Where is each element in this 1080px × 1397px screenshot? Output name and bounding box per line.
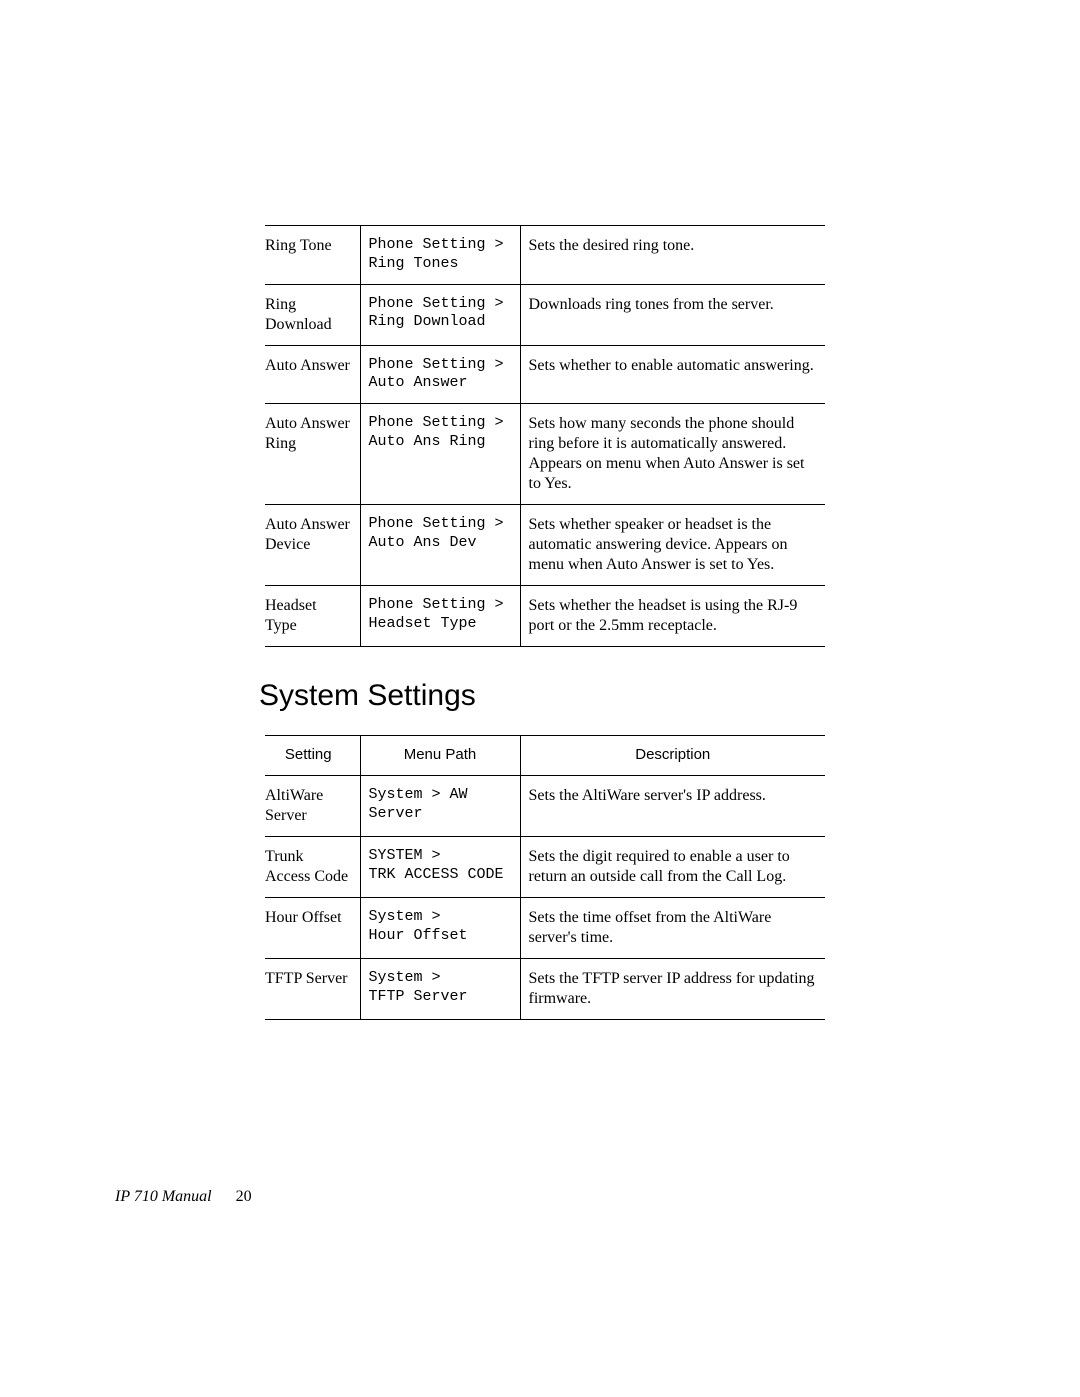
header-setting: Setting	[265, 736, 360, 776]
page-content: Ring Tone Phone Setting > Ring Tones Set…	[265, 225, 825, 1020]
table-row: TFTP Server System > TFTP Server Sets th…	[265, 958, 825, 1019]
setting-cell: Headset Type	[265, 586, 360, 647]
table-row: Hour Offset System > Hour Offset Sets th…	[265, 897, 825, 958]
header-desc: Description	[520, 736, 825, 776]
setting-cell: Auto Answer Ring	[265, 404, 360, 505]
table-header-row: Setting Menu Path Description	[265, 736, 825, 776]
desc-cell: Sets the time offset from the AltiWare s…	[520, 897, 825, 958]
desc-cell: Sets whether the headset is using the RJ…	[520, 586, 825, 647]
path-cell: System > TFTP Server	[360, 958, 520, 1019]
page-footer: IP 710 Manual 20	[115, 1188, 252, 1206]
desc-cell: Sets whether to enable automatic answeri…	[520, 345, 825, 404]
table-row: Ring Download Phone Setting > Ring Downl…	[265, 284, 825, 345]
path-cell: Phone Setting > Ring Download	[360, 284, 520, 345]
path-cell: System > AW Server	[360, 775, 520, 836]
setting-cell: Trunk Access Code	[265, 836, 360, 897]
path-cell: Phone Setting > Auto Ans Ring	[360, 404, 520, 505]
setting-cell: Auto Answer	[265, 345, 360, 404]
table-row: Auto Answer Phone Setting > Auto Answer …	[265, 345, 825, 404]
page-number: 20	[236, 1188, 252, 1205]
desc-cell: Sets how many seconds the phone should r…	[520, 404, 825, 505]
desc-cell: Sets the digit required to enable a user…	[520, 836, 825, 897]
table-row: Trunk Access Code SYSTEM > TRK ACCESS CO…	[265, 836, 825, 897]
manual-title: IP 710 Manual	[115, 1188, 212, 1205]
path-cell: SYSTEM > TRK ACCESS CODE	[360, 836, 520, 897]
desc-cell: Sets the desired ring tone.	[520, 226, 825, 285]
path-cell: Phone Setting > Auto Answer	[360, 345, 520, 404]
path-cell: Phone Setting > Headset Type	[360, 586, 520, 647]
path-cell: Phone Setting > Ring Tones	[360, 226, 520, 285]
desc-cell: Sets the TFTP server IP address for upda…	[520, 958, 825, 1019]
setting-cell: Ring Download	[265, 284, 360, 345]
desc-cell: Downloads ring tones from the server.	[520, 284, 825, 345]
setting-cell: Hour Offset	[265, 897, 360, 958]
desc-cell: Sets whether speaker or headset is the a…	[520, 505, 825, 586]
table-row: Ring Tone Phone Setting > Ring Tones Set…	[265, 226, 825, 285]
setting-cell: AltiWare Server	[265, 775, 360, 836]
table-row: Auto Answer Ring Phone Setting > Auto An…	[265, 404, 825, 505]
setting-cell: TFTP Server	[265, 958, 360, 1019]
phone-settings-table: Ring Tone Phone Setting > Ring Tones Set…	[265, 225, 825, 647]
setting-cell: Auto Answer Device	[265, 505, 360, 586]
header-path: Menu Path	[360, 736, 520, 776]
desc-cell: Sets the AltiWare server's IP address.	[520, 775, 825, 836]
path-cell: Phone Setting > Auto Ans Dev	[360, 505, 520, 586]
path-cell: System > Hour Offset	[360, 897, 520, 958]
table-row: AltiWare Server System > AW Server Sets …	[265, 775, 825, 836]
setting-cell: Ring Tone	[265, 226, 360, 285]
table-row: Headset Type Phone Setting > Headset Typ…	[265, 586, 825, 647]
section-heading: System Settings	[259, 679, 825, 713]
table-row: Auto Answer Device Phone Setting > Auto …	[265, 505, 825, 586]
system-settings-table: Setting Menu Path Description AltiWare S…	[265, 735, 825, 1020]
